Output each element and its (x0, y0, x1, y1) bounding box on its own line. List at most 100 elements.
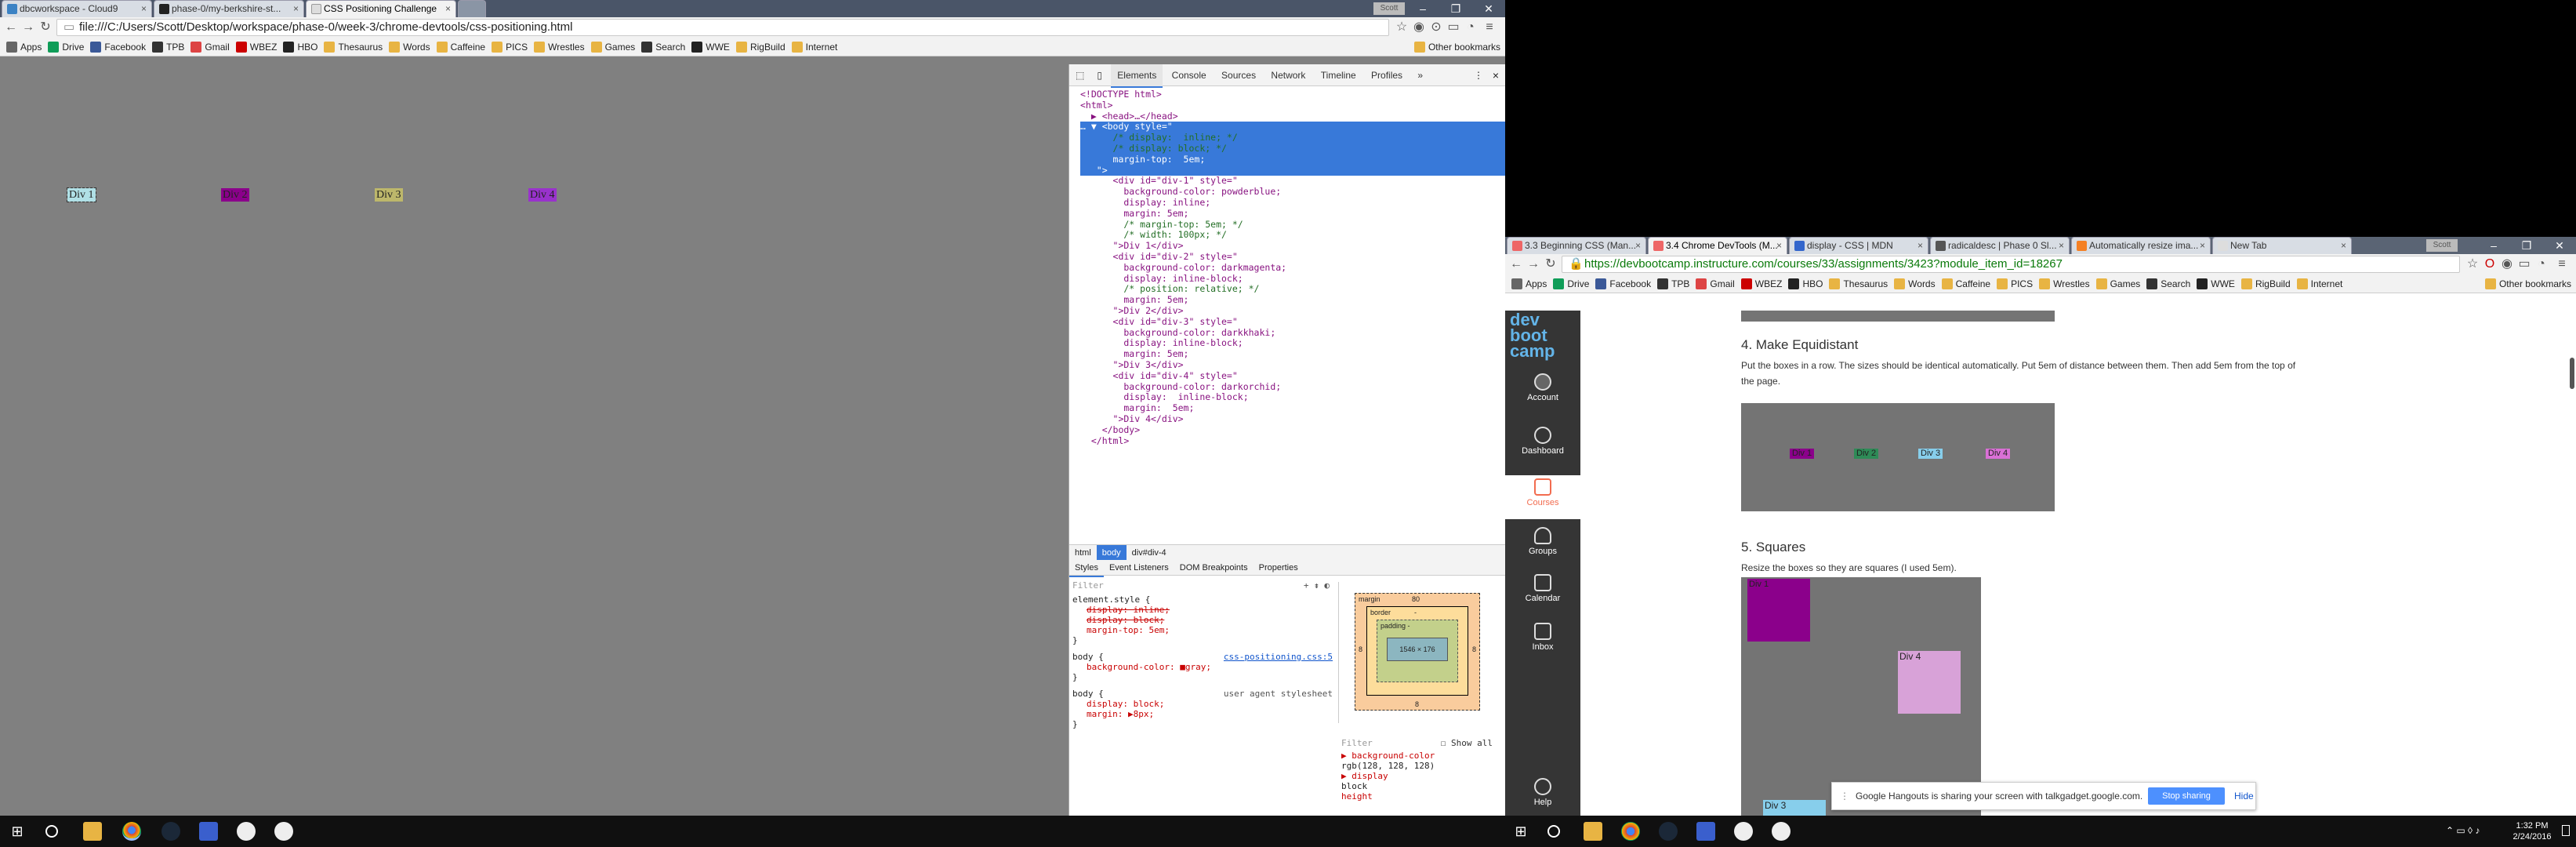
opera-icon[interactable]: O (2482, 256, 2498, 272)
file-explorer-icon[interactable] (83, 822, 102, 841)
inspect-icon[interactable]: ⬚ (1069, 64, 1090, 86)
bookmark-games[interactable]: Games (2095, 274, 2140, 293)
computed-filter[interactable]: Filter (1341, 738, 1373, 748)
dom-line[interactable]: /* position: relative; */ (1080, 284, 1505, 295)
breadcrumb-html[interactable]: html (1069, 545, 1097, 561)
bookmark-words[interactable]: Words (1894, 274, 1936, 293)
css-source-link[interactable]: css-positioning.css:5 (1224, 652, 1333, 662)
sidebar-item-help[interactable]: Help (1505, 778, 1580, 807)
new-rule-icon[interactable]: + ⇟ ◐ (1304, 580, 1330, 591)
close-window-button[interactable]: ✕ (1472, 0, 1505, 17)
notifications-icon[interactable] (2562, 825, 2570, 836)
bookmark-apps[interactable]: Apps (6, 38, 42, 56)
bookmark-drive[interactable]: Drive (48, 38, 84, 56)
itunes-icon[interactable] (237, 822, 256, 841)
back-icon[interactable]: ← (1508, 256, 1524, 272)
style-prop-background-color[interactable]: background-color: ■gray; (1072, 662, 1333, 672)
hide-button[interactable]: Hide (2234, 783, 2254, 809)
bookmark-wwe[interactable]: WWE (691, 38, 730, 56)
bookmark-apps[interactable]: Apps (1511, 274, 1547, 293)
scrollbar[interactable] (2570, 358, 2574, 389)
close-tab-icon[interactable]: × (141, 1, 147, 17)
dom-line[interactable]: <div id="div-2" style=" (1080, 251, 1505, 263)
chrome-icon[interactable] (1621, 822, 1640, 841)
dom-line[interactable]: <!DOCTYPE html> (1080, 89, 1505, 100)
tab-elements[interactable]: Elements (1111, 64, 1163, 88)
app-icon[interactable] (1696, 822, 1715, 841)
bookmark-wbez[interactable]: WBEZ (1740, 274, 1782, 293)
bookmark-caffeine[interactable]: Caffeine (436, 38, 485, 56)
bookmark-drive[interactable]: Drive (1553, 274, 1589, 293)
clock[interactable]: 1:32 PM 2/24/2016 (2509, 820, 2556, 842)
bookmark-rigbuild[interactable]: RigBuild (2240, 274, 2291, 293)
style-prop-display-block[interactable]: display: block; (1087, 615, 1164, 625)
styles-filter[interactable]: Filter (1072, 580, 1333, 594)
bookmark-hbo[interactable]: HBO (1788, 274, 1823, 293)
extension-icon-3[interactable]: ◔ (1463, 20, 1478, 35)
maximize-button[interactable]: ❐ (2510, 237, 2543, 254)
address-bar[interactable]: ▭ file:///C:/Users/Scott/Desktop/workspac… (56, 19, 1389, 36)
subtab-properties[interactable]: Properties (1254, 560, 1304, 576)
div-4[interactable]: Div 4 (528, 188, 557, 202)
bookmark-search[interactable]: Search (641, 38, 685, 56)
close-tab-icon[interactable]: × (1917, 238, 1923, 254)
sidebar-item-groups[interactable]: Groups (1505, 527, 1580, 556)
close-window-button[interactable]: ✕ (2543, 237, 2576, 254)
extension-icon[interactable]: ◉ (1411, 20, 1427, 35)
dom-line[interactable]: background-color: darkorchid; (1080, 381, 1505, 393)
dom-line[interactable]: margin: 5em; (1080, 348, 1505, 360)
menu-icon[interactable]: ≡ (2554, 256, 2570, 272)
div-1[interactable]: Div 1 (67, 187, 96, 202)
style-prop-margin-top[interactable]: margin-top: 5em; (1072, 625, 1333, 635)
computed-item[interactable]: height (1341, 791, 1496, 802)
sidebar-item-account[interactable]: Account (1505, 373, 1580, 402)
close-tab-icon[interactable]: × (1776, 238, 1782, 254)
bookmark-internet[interactable]: Internet (2296, 274, 2342, 293)
app-icon[interactable] (199, 822, 218, 841)
tab-console[interactable]: Console (1166, 64, 1213, 86)
dom-line[interactable]: margin: 5em; (1080, 208, 1505, 220)
search-icon[interactable] (45, 825, 58, 838)
tab-profiles[interactable]: Profiles (1365, 64, 1409, 86)
dom-line[interactable]: ">Div 4</div> (1080, 413, 1505, 425)
device-icon[interactable]: ▯ (1090, 64, 1108, 86)
subtab-styles[interactable]: Styles (1069, 560, 1104, 577)
dom-line[interactable]: background-color: darkkhaki; (1080, 327, 1505, 339)
bookmark-tpb[interactable]: TPB (152, 38, 184, 56)
star-icon[interactable]: ☆ (1394, 20, 1410, 35)
dom-line[interactable]: background-color: darkmagenta; (1080, 262, 1505, 274)
computed-item[interactable]: ▶ background-color (1341, 751, 1496, 761)
bookmark-wbez[interactable]: WBEZ (235, 38, 277, 56)
dom-line[interactable]: margin: 5em; (1080, 402, 1505, 414)
bookmark-gmail[interactable]: Gmail (190, 38, 230, 56)
dom-line[interactable]: display: inline-block; (1080, 338, 1505, 349)
bookmark-wrestles[interactable]: Wrestles (534, 38, 585, 56)
back-icon[interactable]: ← (3, 20, 19, 35)
cast-icon[interactable]: ▭ (2516, 256, 2532, 272)
dom-line[interactable]: ▶ <head>…</head> (1080, 111, 1505, 122)
user-badge[interactable]: Scott (2426, 239, 2458, 252)
div-3[interactable]: Div 3 (375, 188, 403, 202)
other-bookmarks[interactable]: Other bookmarks (1413, 38, 1500, 56)
close-tab-icon[interactable]: × (2059, 238, 2064, 254)
reload-icon[interactable]: ↻ (1543, 256, 1558, 272)
steam-icon[interactable] (161, 822, 180, 841)
dom-line[interactable]: /* margin-top: 5em; */ (1080, 219, 1505, 231)
breadcrumb-body[interactable]: body (1096, 545, 1127, 561)
dom-line[interactable]: display: inline-block; (1080, 392, 1505, 403)
tab-mdn[interactable]: display - CSS | MDN × (1789, 237, 1928, 254)
start-icon[interactable]: ⊞ (1511, 822, 1530, 841)
bookmark-wrestles[interactable]: Wrestles (2039, 274, 2090, 293)
close-devtools-icon[interactable]: × (1493, 64, 1499, 86)
breadcrumb-div-4[interactable]: div#div-4 (1127, 545, 1172, 561)
bookmark-tpb[interactable]: TPB (1657, 274, 1689, 293)
bookmark-internet[interactable]: Internet (791, 38, 837, 56)
tab-css-positioning[interactable]: CSS Positioning Challenge × (306, 0, 456, 17)
dom-line[interactable]: ">Div 2</div> (1080, 305, 1505, 317)
close-tab-icon[interactable]: × (1635, 238, 1641, 254)
tab-sources[interactable]: Sources (1215, 64, 1262, 86)
bookmark-gmail[interactable]: Gmail (1696, 274, 1735, 293)
sidebar-item-courses[interactable]: Courses (1505, 475, 1580, 519)
star-icon[interactable]: ☆ (2465, 256, 2480, 272)
file-explorer-icon[interactable] (1584, 822, 1602, 841)
